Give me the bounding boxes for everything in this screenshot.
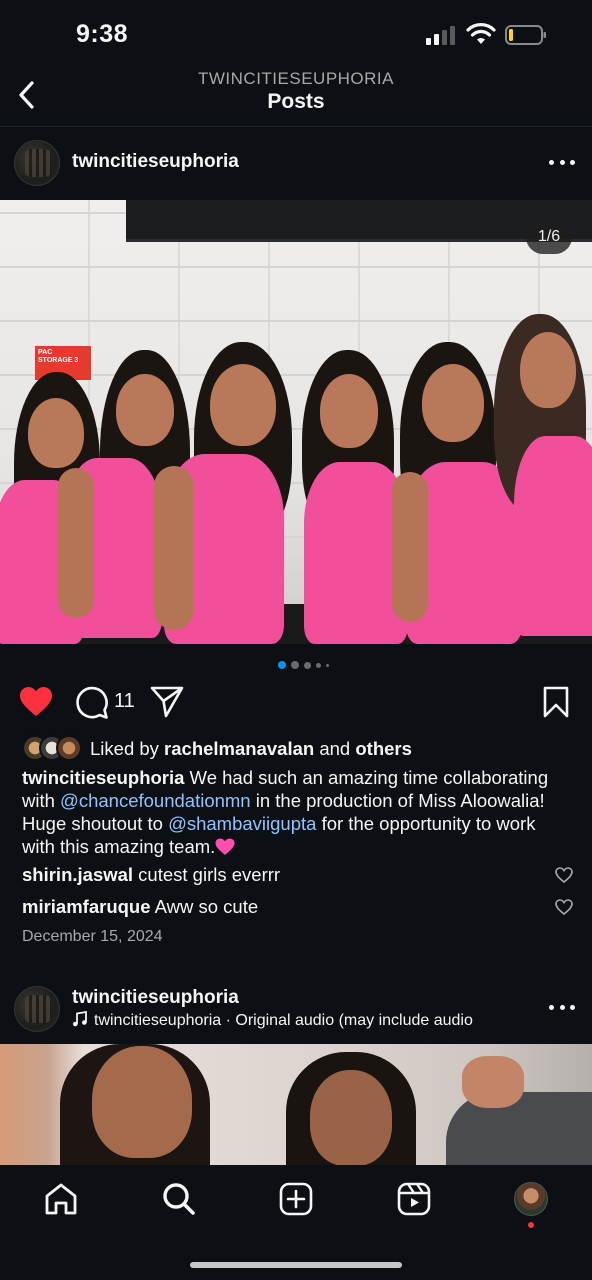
carousel-dot: [316, 662, 321, 668]
like-heart-filled-icon[interactable]: [19, 686, 53, 718]
more-options-icon[interactable]: [549, 1005, 575, 1011]
carousel-dot: [291, 661, 299, 669]
wifi-icon: [466, 23, 496, 44]
comment-text: cutest girls everrr: [133, 864, 281, 885]
music-note-icon: [73, 1011, 87, 1027]
post-author-avatar[interactable]: [14, 986, 60, 1032]
comment-username[interactable]: shirin.jaswal: [22, 864, 133, 885]
create-post-icon[interactable]: [278, 1181, 314, 1217]
carousel-dot-active: [278, 661, 286, 669]
post-video-preview[interactable]: [0, 1044, 592, 1166]
liked-by-user[interactable]: rachelmanavalan: [164, 738, 314, 759]
post-date: December 15, 2024: [22, 928, 163, 945]
notification-dot: [528, 1222, 534, 1228]
comment-item[interactable]: shirin.jaswal cutest girls everrr: [22, 864, 542, 886]
profile-avatar[interactable]: [514, 1182, 548, 1216]
comment-count: 11: [114, 690, 135, 712]
home-indicator: [190, 1262, 402, 1268]
image-counter: 1/6: [526, 220, 572, 254]
header-divider: [0, 126, 592, 127]
post-image[interactable]: PAC STORAGE 3: [0, 200, 592, 644]
comment-bubble-icon[interactable]: [75, 686, 109, 720]
liked-by-avatars[interactable]: [22, 735, 84, 763]
comment-text: Aww so cute: [150, 896, 259, 917]
comment-item[interactable]: miriamfaruque Aww so cute: [22, 896, 542, 918]
post-author-avatar[interactable]: [14, 140, 60, 186]
comment-like-icon[interactable]: [555, 867, 573, 883]
caption-mention-1[interactable]: @chancefoundationmn: [60, 790, 251, 811]
carousel-dot: [326, 663, 329, 667]
post-caption: twincitieseuphoria We had such an amazin…: [22, 766, 570, 858]
page-title: Posts: [267, 90, 325, 113]
status-time: 9:38: [76, 20, 129, 48]
save-bookmark-icon[interactable]: [542, 686, 570, 718]
battery-icon: [505, 25, 546, 45]
tv-in-photo: [126, 200, 592, 242]
caption-mention-2[interactable]: @shambaviigupta: [168, 813, 316, 834]
caption-username[interactable]: twincitieseuphoria: [22, 767, 184, 788]
pink-heart-emoji-icon: [215, 838, 235, 855]
search-icon[interactable]: [161, 1181, 197, 1217]
post-author-username[interactable]: twincitieseuphoria: [72, 987, 239, 1009]
cellular-signal-icon: [426, 25, 458, 45]
carousel-indicator: [278, 660, 329, 670]
post-author-username[interactable]: twincitieseuphoria: [72, 151, 239, 173]
liked-by-text[interactable]: Liked by rachelmanavalan and others: [90, 738, 412, 760]
liked-by-middle: and: [314, 738, 356, 759]
header-account-name: TWINCITIESEUPHORIA: [197, 69, 394, 88]
comment-username[interactable]: miriamfaruque: [22, 896, 151, 917]
carousel-dot: [304, 661, 311, 669]
comment-like-icon[interactable]: [555, 899, 573, 915]
liked-by-prefix: Liked by: [90, 738, 165, 759]
liked-by-others[interactable]: others: [355, 738, 412, 759]
more-options-icon[interactable]: [549, 160, 575, 166]
audio-attribution[interactable]: twincitieseuphoria · Original audio (may…: [72, 1011, 532, 1030]
reels-icon[interactable]: [396, 1181, 432, 1217]
home-icon[interactable]: [43, 1181, 79, 1217]
share-paper-plane-icon[interactable]: [150, 686, 184, 718]
audio-label: twincitieseuphoria · Original audio (may…: [94, 1012, 473, 1029]
